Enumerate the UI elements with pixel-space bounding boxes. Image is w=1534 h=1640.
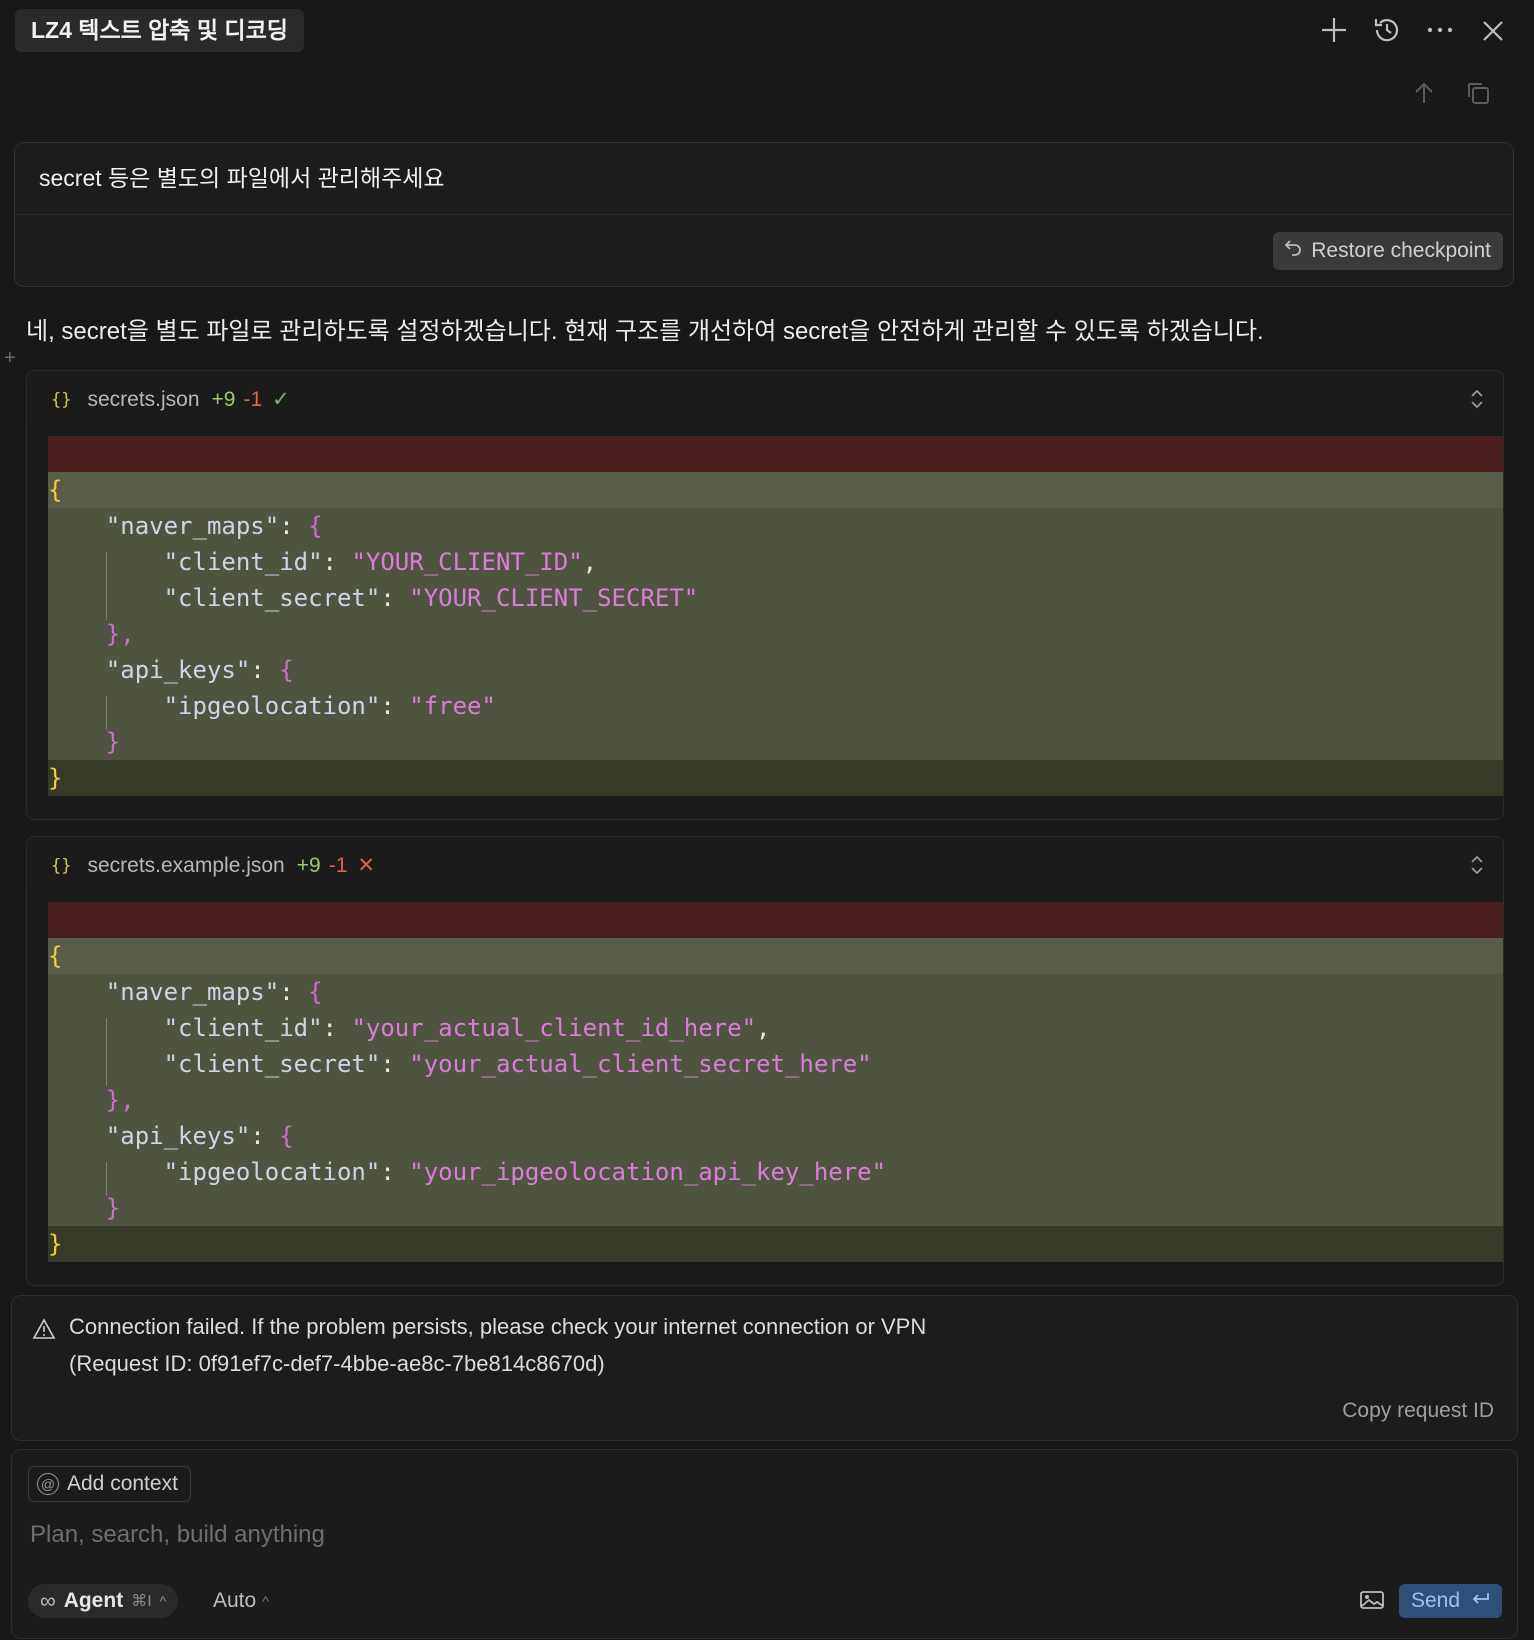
- lines-added: +9: [296, 853, 321, 877]
- chat-composer: @ Add context ∞ Agent ⌘I ^ Auto ^ Send: [11, 1449, 1518, 1639]
- code-line: "client_id": "your_actual_client_id_here…: [48, 1010, 1503, 1046]
- copy-request-id-button[interactable]: Copy request ID: [1342, 1399, 1494, 1423]
- request-id: (Request ID: 0f91ef7c-def7-4bbe-ae8c-7be…: [69, 1351, 605, 1376]
- agent-mode-selector[interactable]: ∞ Agent ⌘I ^: [28, 1584, 179, 1618]
- chat-input[interactable]: [28, 1514, 1332, 1556]
- code-line: },: [48, 1082, 1503, 1118]
- error-message: Connection failed. If the problem persis…: [69, 1314, 927, 1339]
- code-line: {: [48, 938, 1503, 974]
- code-diff-card-secrets-example: {} secrets.example.json +9 -1 ✕ { "naver…: [26, 836, 1504, 1286]
- chevron-up-icon: ^: [159, 1593, 167, 1609]
- json-file-icon: {}: [51, 389, 72, 410]
- rejected-x-icon: ✕: [357, 854, 375, 877]
- add-context-button[interactable]: @ Add context: [28, 1466, 191, 1502]
- code-line: },: [48, 616, 1503, 652]
- code-line: "naver_maps": {: [48, 508, 1503, 544]
- chevron-up-icon: ^: [262, 1593, 269, 1609]
- code-card-header[interactable]: {} secrets.example.json +9 -1 ✕: [27, 837, 1503, 894]
- code-diff: { "naver_maps": { "client_id": "YOUR_CLI…: [48, 436, 1503, 796]
- enter-icon: [1470, 1589, 1490, 1613]
- expand-collapse-icon[interactable]: [1469, 854, 1485, 882]
- close-icon[interactable]: [1482, 20, 1504, 42]
- code-line: "api_keys": {: [48, 652, 1503, 688]
- expand-collapse-icon[interactable]: [1469, 388, 1485, 416]
- copy-icon[interactable]: [1466, 81, 1490, 105]
- model-selector[interactable]: Auto ^: [213, 1584, 269, 1618]
- send-label: Send: [1410, 1589, 1460, 1612]
- arrow-up-icon[interactable]: [1413, 81, 1435, 105]
- chat-title-tab[interactable]: LZ4 텍스트 압축 및 디코딩: [15, 9, 304, 52]
- code-line: }: [48, 1226, 1503, 1262]
- code-line: {: [48, 472, 1503, 508]
- accepted-check-icon: ✓: [272, 388, 290, 411]
- code-line: "ipgeolocation": "free": [48, 688, 1503, 724]
- code-line: "naver_maps": {: [48, 974, 1503, 1010]
- divider: [15, 214, 1513, 215]
- code-line: }: [48, 724, 1503, 760]
- code-line: "client_secret": "your_actual_client_sec…: [48, 1046, 1503, 1082]
- file-name: secrets.json: [87, 387, 200, 411]
- restore-checkpoint-label: Restore checkpoint: [1311, 239, 1491, 262]
- assistant-message: 네, secret을 별도 파일로 관리하도록 설정하겠습니다. 현재 구조를 …: [26, 318, 1264, 345]
- code-line: }: [48, 1190, 1503, 1226]
- warning-icon: [32, 1318, 56, 1345]
- model-label: Auto: [213, 1589, 257, 1612]
- file-name: secrets.example.json: [87, 853, 285, 877]
- deleted-line: [48, 436, 1503, 472]
- indent-guide: [106, 1018, 107, 1086]
- lines-removed: -1: [243, 387, 263, 411]
- add-context-label: Add context: [67, 1472, 178, 1495]
- indent-guide: [106, 1162, 107, 1196]
- code-line: "api_keys": {: [48, 1118, 1503, 1154]
- lines-added: +9: [211, 387, 236, 411]
- plus-marker-icon: +: [4, 347, 16, 369]
- agent-shortcut: ⌘I: [131, 1593, 152, 1610]
- agent-label: Agent: [63, 1589, 124, 1612]
- user-message: secret 등은 별도의 파일에서 관리해주세요 Restore checkp…: [14, 142, 1514, 287]
- indent-guide: [106, 552, 107, 620]
- code-diff-card-secrets: {} secrets.json +9 -1 ✓ { "naver_maps": …: [26, 370, 1504, 820]
- plus-icon[interactable]: [1320, 16, 1348, 44]
- code-line: "client_id": "YOUR_CLIENT_ID",: [48, 544, 1503, 580]
- image-icon[interactable]: [1359, 1589, 1385, 1616]
- code-card-header[interactable]: {} secrets.json +9 -1 ✓: [27, 371, 1503, 428]
- history-icon[interactable]: [1372, 15, 1402, 45]
- connection-error-box: Connection failed. If the problem persis…: [11, 1295, 1518, 1441]
- code-line: "ipgeolocation": "your_ipgeolocation_api…: [48, 1154, 1503, 1190]
- more-icon[interactable]: [1426, 26, 1454, 34]
- lines-removed: -1: [328, 853, 348, 877]
- code-line: }: [48, 760, 1503, 796]
- infinity-icon: ∞: [40, 1588, 56, 1613]
- send-button[interactable]: Send: [1398, 1584, 1502, 1618]
- restore-checkpoint-button[interactable]: Restore checkpoint: [1273, 232, 1503, 270]
- json-file-icon: {}: [51, 855, 72, 876]
- code-diff: { "naver_maps": { "client_id": "your_act…: [48, 902, 1503, 1262]
- at-icon: @: [37, 1473, 59, 1495]
- undo-icon: [1283, 232, 1303, 270]
- code-line: "client_secret": "YOUR_CLIENT_SECRET": [48, 580, 1503, 616]
- user-message-text: secret 등은 별도의 파일에서 관리해주세요: [39, 165, 445, 191]
- deleted-line: [48, 902, 1503, 938]
- indent-guide: [106, 696, 107, 730]
